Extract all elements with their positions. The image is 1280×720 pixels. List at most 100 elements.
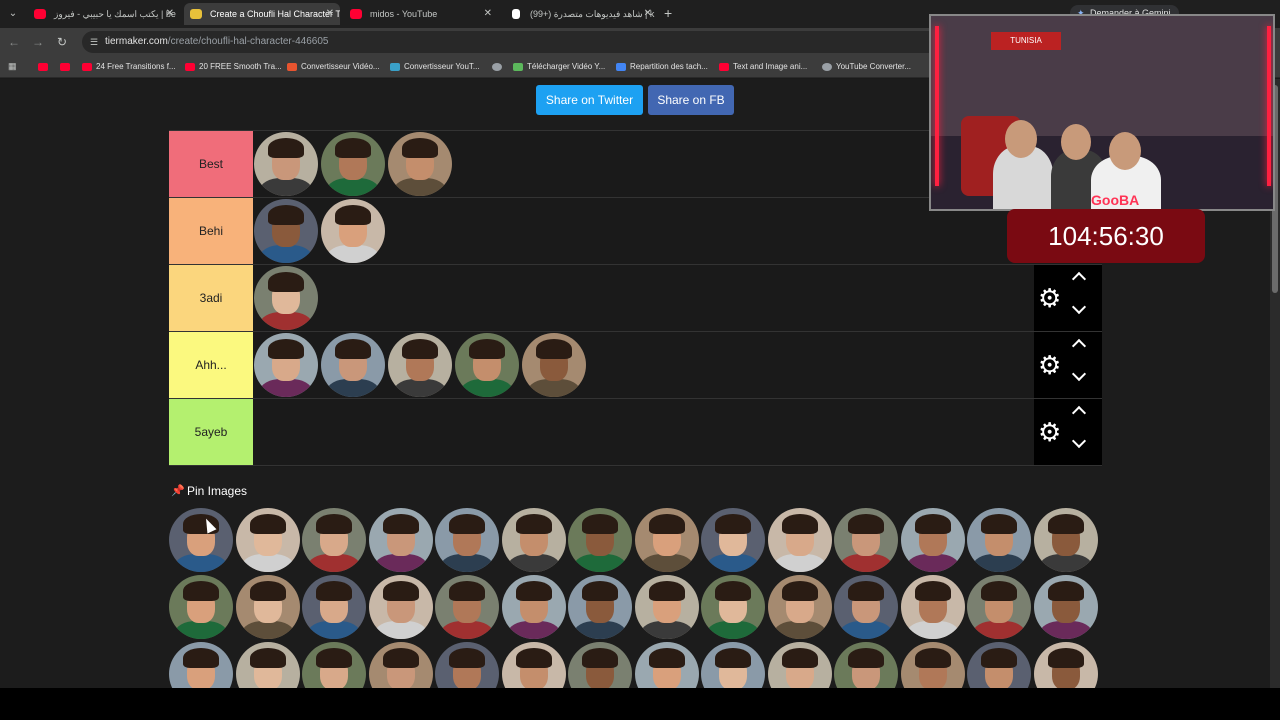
tier-label[interactable]: Best	[169, 131, 253, 197]
character-avatar[interactable]	[254, 199, 318, 263]
close-icon[interactable]: ✕	[484, 3, 492, 25]
move-down-icon[interactable]	[1071, 366, 1087, 382]
tab-search-icon[interactable]: ⌄	[6, 7, 20, 21]
character-avatar[interactable]	[435, 575, 499, 639]
character-avatar[interactable]	[501, 642, 566, 688]
character-avatar[interactable]	[302, 642, 366, 688]
character-avatar[interactable]	[834, 508, 898, 572]
tier-label[interactable]: Ahh...	[169, 332, 253, 398]
character-avatar[interactable]	[767, 575, 832, 639]
tab-tiktok[interactable]: شاهد فيديوهات متصدرة (+99) | k ✕	[504, 3, 658, 25]
character-avatar[interactable]	[254, 266, 318, 330]
character-avatar[interactable]	[967, 508, 1031, 572]
character-avatar[interactable]	[254, 132, 318, 196]
pin-images-heading[interactable]: 📌 Pin Images	[171, 484, 247, 498]
character-avatar[interactable]	[501, 508, 566, 572]
share-twitter-button[interactable]: Share on Twitter	[536, 85, 643, 115]
character-avatar[interactable]	[388, 333, 452, 397]
reload-icon[interactable]: ↻	[54, 34, 70, 50]
character-avatar[interactable]	[302, 508, 366, 572]
tier-items[interactable]	[253, 399, 1034, 465]
character-avatar[interactable]	[321, 199, 385, 263]
bookmark-item[interactable]	[38, 60, 52, 74]
move-up-icon[interactable]	[1071, 271, 1087, 287]
bookmark-item[interactable]: Convertisseur Vidéo...	[287, 60, 380, 74]
move-up-icon[interactable]	[1071, 338, 1087, 354]
bookmark-item[interactable]: 24 Free Transitions f...	[82, 60, 176, 74]
bookmark-item[interactable]	[60, 60, 74, 74]
character-avatar[interactable]	[501, 575, 566, 639]
bookmark-item[interactable]	[492, 60, 506, 74]
bookmark-item[interactable]: 20 FREE Smooth Tra...	[185, 60, 282, 74]
character-avatar[interactable]	[568, 508, 632, 572]
tab-midos-youtube[interactable]: midos - YouTube ✕	[344, 3, 498, 25]
bookmark-item[interactable]: YouTube Converter...	[822, 60, 911, 74]
move-down-icon[interactable]	[1071, 433, 1087, 449]
character-avatar[interactable]	[900, 575, 965, 639]
tier-items[interactable]	[253, 198, 1034, 264]
character-avatar[interactable]	[321, 132, 385, 196]
character-avatar[interactable]	[169, 508, 233, 572]
close-icon[interactable]: ✕	[326, 3, 334, 25]
character-avatar[interactable]	[302, 575, 366, 639]
character-avatar[interactable]	[235, 642, 300, 688]
character-avatar[interactable]	[900, 508, 965, 572]
character-avatar[interactable]	[1033, 642, 1098, 688]
character-avatar[interactable]	[522, 333, 586, 397]
back-icon[interactable]: ←	[6, 34, 22, 50]
character-avatar[interactable]	[254, 333, 318, 397]
bookmark-item[interactable]: Text and Image ani...	[719, 60, 807, 74]
character-avatar[interactable]	[967, 642, 1031, 688]
character-avatar[interactable]	[701, 508, 765, 572]
tier-label[interactable]: 5ayeb	[169, 399, 253, 465]
character-avatar[interactable]	[967, 575, 1031, 639]
character-avatar[interactable]	[235, 508, 300, 572]
gear-icon[interactable]: ⚙	[1038, 352, 1061, 378]
move-down-icon[interactable]	[1071, 299, 1087, 315]
character-avatar[interactable]	[1033, 508, 1098, 572]
character-avatar[interactable]	[634, 575, 699, 639]
character-avatar[interactable]	[634, 508, 699, 572]
share-fb-button[interactable]: Share on FB	[648, 85, 734, 115]
character-avatar[interactable]	[455, 333, 519, 397]
move-up-icon[interactable]	[1071, 405, 1087, 421]
character-avatar[interactable]	[634, 642, 699, 688]
character-avatar[interactable]	[568, 642, 632, 688]
character-avatar[interactable]	[1033, 575, 1098, 639]
bookmark-item[interactable]: Repartition des tach...	[616, 60, 708, 74]
close-icon[interactable]: ✕	[166, 3, 174, 25]
tab-youtube-fairuz[interactable]: يكتب اسمك يا حبيبي - فيروز | be ✕	[28, 3, 180, 25]
character-avatar[interactable]	[321, 333, 385, 397]
character-avatar[interactable]	[435, 642, 499, 688]
address-bar[interactable]: ☰ tiermaker.com/create/choufli-hal-chara…	[82, 31, 942, 53]
character-avatar[interactable]	[701, 575, 765, 639]
character-avatar[interactable]	[834, 575, 898, 639]
tab-tiermaker[interactable]: Create a Choufli Hal Character T ✕	[184, 3, 340, 25]
bookmark-item[interactable]: Télécharger Vidéo Y...	[513, 60, 605, 74]
gear-icon[interactable]: ⚙	[1038, 419, 1061, 445]
character-avatar[interactable]	[368, 575, 433, 639]
tier-items[interactable]	[253, 265, 1034, 331]
character-avatar[interactable]	[368, 642, 433, 688]
character-avatar[interactable]	[701, 642, 765, 688]
character-avatar[interactable]	[767, 508, 832, 572]
tier-items[interactable]	[253, 332, 1034, 398]
character-avatar[interactable]	[169, 575, 233, 639]
character-avatar[interactable]	[767, 642, 832, 688]
character-avatar[interactable]	[169, 642, 233, 688]
apps-grid-icon[interactable]: ▦	[8, 61, 19, 72]
new-tab-button[interactable]: +	[664, 5, 672, 21]
character-avatar[interactable]	[568, 575, 632, 639]
character-avatar[interactable]	[900, 642, 965, 688]
close-icon[interactable]: ✕	[644, 3, 652, 25]
tier-items[interactable]	[253, 131, 1034, 197]
character-avatar[interactable]	[388, 132, 452, 196]
bookmark-item[interactable]: Convertisseur YouT...	[390, 60, 480, 74]
tier-label[interactable]: Behi	[169, 198, 253, 264]
character-avatar[interactable]	[834, 642, 898, 688]
gear-icon[interactable]: ⚙	[1038, 285, 1061, 311]
site-info-icon[interactable]: ☰	[88, 36, 100, 48]
character-avatar[interactable]	[235, 575, 300, 639]
forward-icon[interactable]: →	[30, 34, 46, 50]
character-avatar[interactable]	[435, 508, 499, 572]
